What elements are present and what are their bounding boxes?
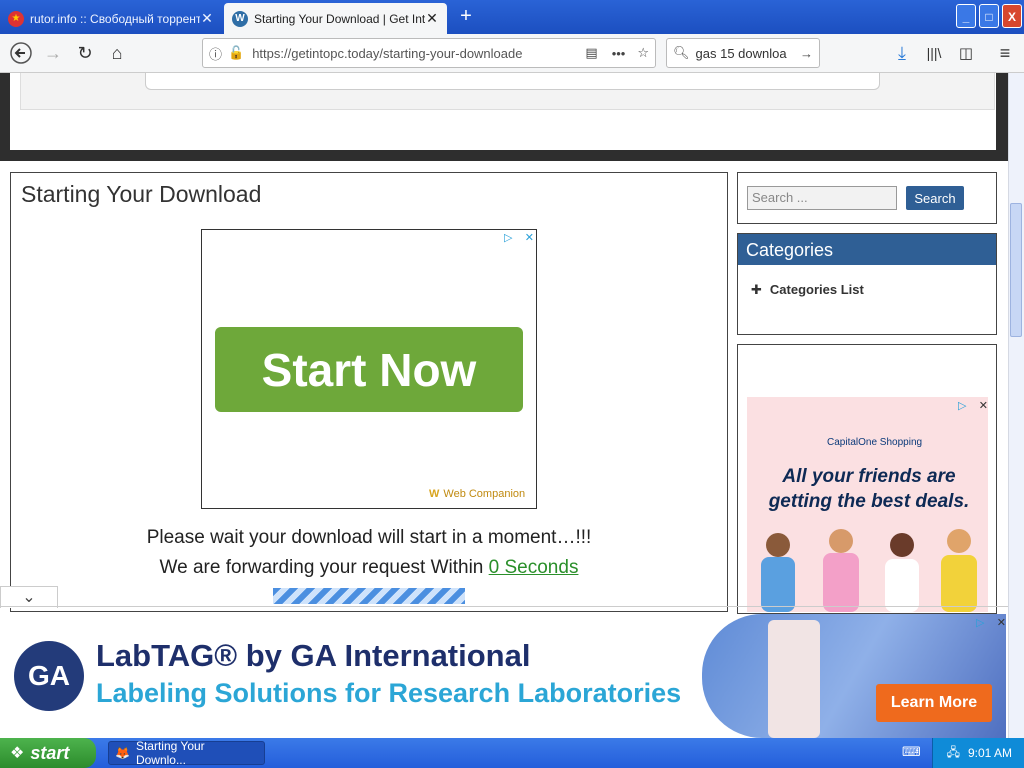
close-tab-icon[interactable]: ✕ <box>425 10 439 27</box>
url-bar[interactable]: ⓘ 🔓 https://getintopc.today/starting-you… <box>202 38 656 68</box>
ga-logo: GA <box>14 641 84 711</box>
sidebar-search-input[interactable]: Search ... <box>747 186 897 210</box>
windows-logo-icon: ❖ <box>10 745 25 762</box>
tab-rutor[interactable]: ★ rutor.info :: Свободный торрент ✕ <box>0 3 222 34</box>
taskbar-firefox-item[interactable]: 🦊 Starting Your Downlo... <box>108 739 265 767</box>
capital-one-logo: CapitalOne Shopping <box>827 437 923 448</box>
reader-view-icon[interactable]: ▤ <box>585 45 597 61</box>
ad-choices-icon[interactable]: ▷ ✕ <box>504 231 534 245</box>
page-scrollbar[interactable] <box>1008 73 1024 738</box>
forward-arrow-icon: → <box>44 42 62 63</box>
search-bar[interactable]: 🔍︎ gas 15 downloa → <box>666 38 820 68</box>
chevron-down-icon: ⌄ <box>22 589 36 606</box>
page-actions-icon[interactable]: ••• <box>612 46 626 61</box>
ad-choices-icon[interactable]: ▷ ✕ <box>958 399 988 413</box>
tab-label: rutor.info :: Свободный торрент <box>30 11 200 26</box>
capital-one-headline: All your friends are getting the best de… <box>768 466 970 512</box>
wordpress-favicon-icon: W <box>232 10 248 27</box>
start-now-button[interactable]: Start Now <box>215 327 523 412</box>
vial-icon <box>768 620 820 738</box>
minimize-button[interactable]: _ <box>956 4 976 28</box>
learn-more-button[interactable]: Learn More <box>876 684 992 722</box>
maximize-button[interactable]: □ <box>979 4 999 28</box>
scrollbar-thumb[interactable] <box>1010 203 1022 337</box>
ad-divider <box>0 606 1024 607</box>
countdown-link[interactable]: 0 Seconds <box>489 557 579 578</box>
info-icon[interactable]: ⓘ <box>209 44 222 63</box>
download-progress-bar <box>273 588 465 604</box>
start-button[interactable]: ❖ start <box>0 738 96 768</box>
close-tab-icon[interactable]: ✕ <box>200 10 214 27</box>
page-title: Starting Your Download <box>21 181 262 207</box>
home-button[interactable]: ⌂ <box>104 40 130 66</box>
clock[interactable]: 9:01 AM <box>968 746 1012 760</box>
bookmark-star-icon[interactable]: ☆ <box>637 45 649 61</box>
rutor-favicon-icon: ★ <box>8 10 24 27</box>
back-button[interactable] <box>8 40 34 66</box>
ad-choices-icon[interactable]: ▷ ✕ <box>976 616 1006 630</box>
library-icon: |||\ <box>926 45 942 61</box>
firefox-icon: 🦊 <box>115 746 130 760</box>
labtag-title: LabTAG® by GA International <box>96 638 531 673</box>
web-companion-icon: W <box>429 488 440 500</box>
lock-warning-icon[interactable]: 🔓 <box>228 45 244 61</box>
new-tab-button[interactable]: + <box>455 5 477 27</box>
sidebar-toggle-button[interactable]: ◫ <box>953 40 979 66</box>
forward-prefix: We are forwarding your request Within <box>159 557 489 578</box>
wait-message: Please wait your download will start in … <box>146 527 592 548</box>
back-arrow-icon <box>10 42 32 64</box>
menu-button[interactable]: ≡ <box>992 40 1018 66</box>
home-icon: ⌂ <box>111 42 123 63</box>
forward-message: We are forwarding your request Within 0 … <box>0 557 738 579</box>
network-icon[interactable]: 🖧 <box>947 743 960 764</box>
categories-list-label[interactable]: Categories List <box>770 282 864 297</box>
start-label: start <box>30 742 70 763</box>
labtag-subtitle: Labeling Solutions for Research Laborato… <box>96 678 682 708</box>
web-companion-logo: W Web Companion <box>429 488 525 500</box>
download-arrow-icon: ⤓ <box>898 42 906 63</box>
tab-starting-download[interactable]: W Starting Your Download | Get Into ✕ <box>224 3 447 34</box>
forward-button[interactable]: → <box>40 40 66 66</box>
keyboard-icon[interactable]: ⌨ <box>902 744 921 760</box>
close-window-button[interactable]: X <box>1002 4 1022 28</box>
library-button[interactable]: |||\ <box>921 40 947 66</box>
page-header-box <box>145 73 880 90</box>
web-companion-label: Web Companion <box>443 488 526 500</box>
search-go-icon[interactable]: → <box>800 46 813 61</box>
reload-icon: ↻ <box>77 42 93 63</box>
search-query[interactable]: gas 15 downloa <box>696 46 800 61</box>
downloads-button[interactable]: ⤓ <box>889 40 915 66</box>
categories-list-item[interactable]: ✚ Categories List <box>751 282 864 298</box>
reload-button[interactable]: ↻ <box>72 40 98 66</box>
categories-heading: Categories <box>738 234 996 265</box>
plus-icon: ✚ <box>751 282 762 297</box>
sidebar-search-button[interactable]: Search <box>906 186 964 210</box>
collapse-ad-button[interactable]: ⌄ <box>0 586 58 608</box>
sidebar-icon: ◫ <box>958 45 974 62</box>
search-icon: 🔍︎ <box>673 45 690 60</box>
system-tray: 🖧 9:01 AM <box>932 738 1024 768</box>
taskbar-item-label: Starting Your Downlo... <box>135 739 205 767</box>
hamburger-menu-icon: ≡ <box>999 42 1011 63</box>
url-text[interactable]: https://getintopc.today/starting-your-do… <box>252 46 585 61</box>
tab-label: Starting Your Download | Get Into <box>254 11 425 26</box>
